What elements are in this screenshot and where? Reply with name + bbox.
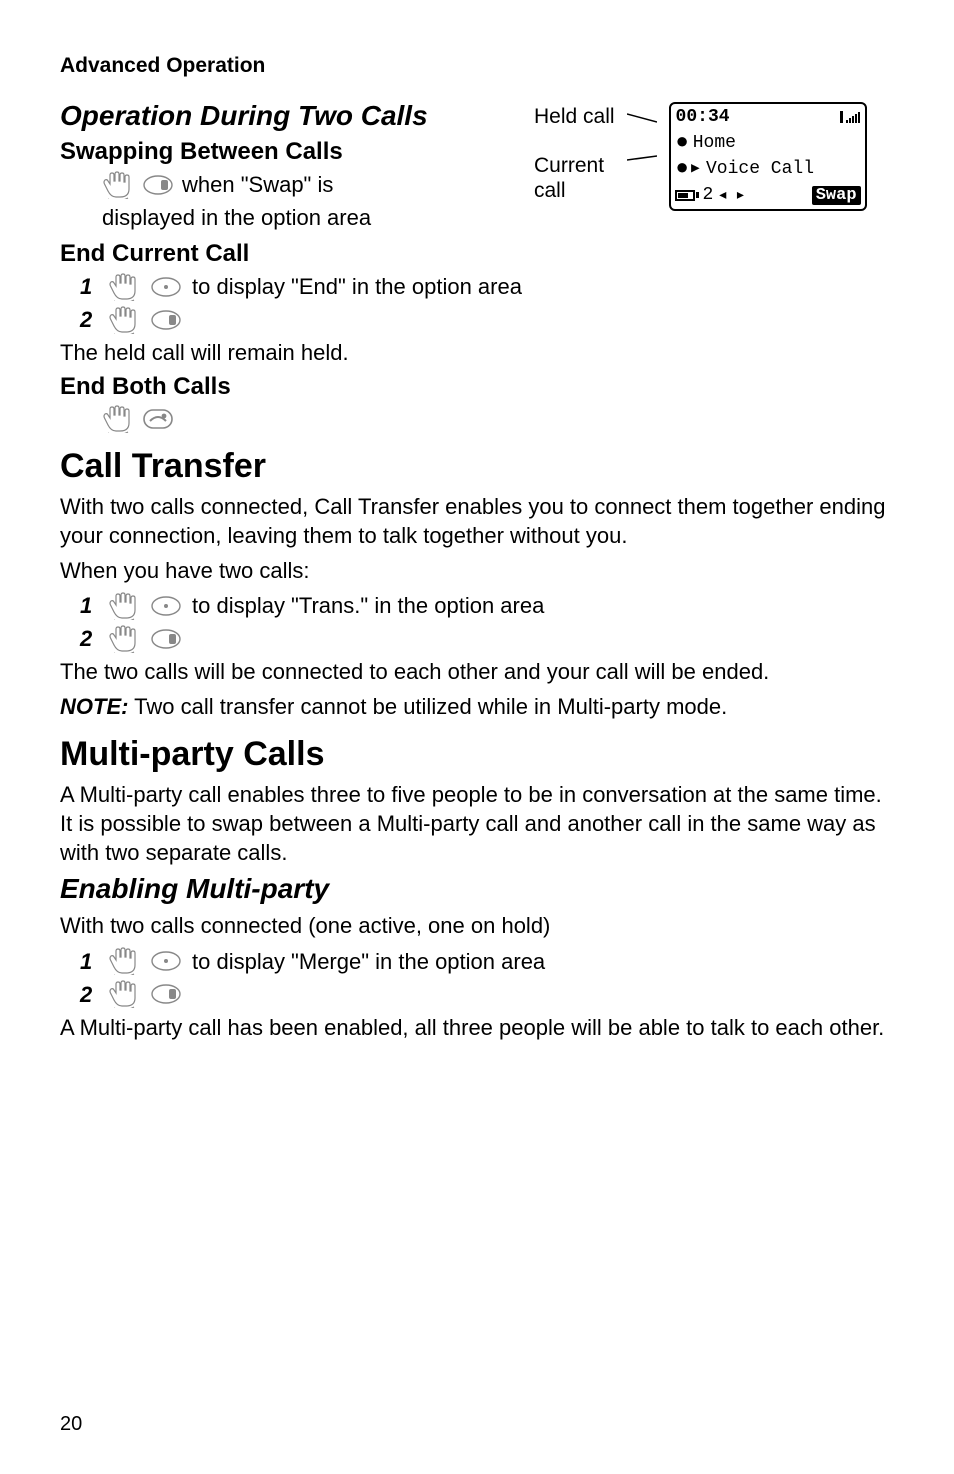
- step-number: 2: [80, 305, 98, 334]
- end-key-icon: [142, 408, 174, 430]
- current-call-label-2: call: [534, 178, 615, 203]
- heading-swapping: Swapping Between Calls: [60, 138, 528, 166]
- breadcrumb: Advanced Operation: [60, 54, 894, 78]
- swap-text-2: displayed in the option area: [102, 203, 371, 232]
- step-number: 1: [80, 591, 98, 620]
- hand-press-icon: [108, 947, 140, 975]
- hand-press-icon: [108, 306, 140, 334]
- held-call-label: Held call: [534, 104, 615, 129]
- signal-icon: [840, 111, 860, 123]
- phone-screen-mock: 00:34 ● Home ●▸ Voice Call: [669, 102, 867, 211]
- swap-text-1: when "Swap" is: [182, 170, 333, 199]
- left-right-arrows-icon: ◂ ▸: [717, 184, 743, 206]
- softkey-b-icon: [150, 309, 182, 331]
- call-transfer-p1: With two calls connected, Call Transfer …: [60, 492, 894, 550]
- screen-time: 00:34: [676, 107, 730, 127]
- softkey-b-icon: [150, 983, 182, 1005]
- current-call-label-1: Current: [534, 153, 615, 178]
- pointer-lines-icon: [627, 102, 657, 202]
- call-transfer-p2: When you have two calls:: [60, 556, 894, 585]
- multi-party-p1: A Multi-party call enables three to five…: [60, 780, 894, 867]
- screen-line-home: Home: [693, 133, 736, 153]
- multi-party-p3: A Multi-party call has been enabled, all…: [60, 1013, 894, 1042]
- step-number: 2: [80, 624, 98, 653]
- hand-press-icon: [108, 273, 140, 301]
- end-current-after: The held call will remain held.: [60, 338, 894, 367]
- hand-press-icon: [108, 625, 140, 653]
- heading-call-transfer: Call Transfer: [60, 447, 894, 486]
- hand-press-icon: [102, 171, 134, 199]
- step-number: 1: [80, 272, 98, 301]
- swap-badge: Swap: [812, 186, 861, 205]
- multi-party-step1-text: to display "Merge" in the option area: [192, 947, 545, 976]
- multi-party-p2: With two calls connected (one active, on…: [60, 911, 894, 940]
- call-transfer-step1-text: to display "Trans." in the option area: [192, 591, 544, 620]
- step-number: 1: [80, 947, 98, 976]
- heading-end-both: End Both Calls: [60, 373, 894, 401]
- hand-press-icon: [102, 405, 134, 433]
- end-current-step1-text: to display "End" in the option area: [192, 272, 522, 301]
- nav-ring-icon: [150, 276, 182, 298]
- nav-ring-icon: [150, 950, 182, 972]
- section-title-operation: Operation During Two Calls: [60, 100, 528, 132]
- heading-multi-party: Multi-party Calls: [60, 735, 894, 774]
- softkey-b-icon: [142, 174, 174, 196]
- nav-ring-icon: [150, 595, 182, 617]
- call-transfer-p3: The two calls will be connected to each …: [60, 657, 894, 686]
- heading-enabling-multi-party: Enabling Multi-party: [60, 873, 894, 905]
- screen-bottom-num: 2: [703, 185, 714, 205]
- note-label: NOTE:: [60, 694, 128, 719]
- hand-press-icon: [108, 980, 140, 1008]
- heading-end-current: End Current Call: [60, 240, 894, 268]
- step-number: 2: [80, 980, 98, 1009]
- screen-line-voice: Voice Call: [706, 159, 814, 179]
- note-text: Two call transfer cannot be utilized whi…: [128, 694, 727, 719]
- page-number: 20: [60, 1413, 82, 1436]
- battery-icon: [675, 190, 699, 201]
- call-transfer-note: NOTE: Two call transfer cannot be utiliz…: [60, 692, 894, 721]
- softkey-b-icon: [150, 628, 182, 650]
- hand-press-icon: [108, 592, 140, 620]
